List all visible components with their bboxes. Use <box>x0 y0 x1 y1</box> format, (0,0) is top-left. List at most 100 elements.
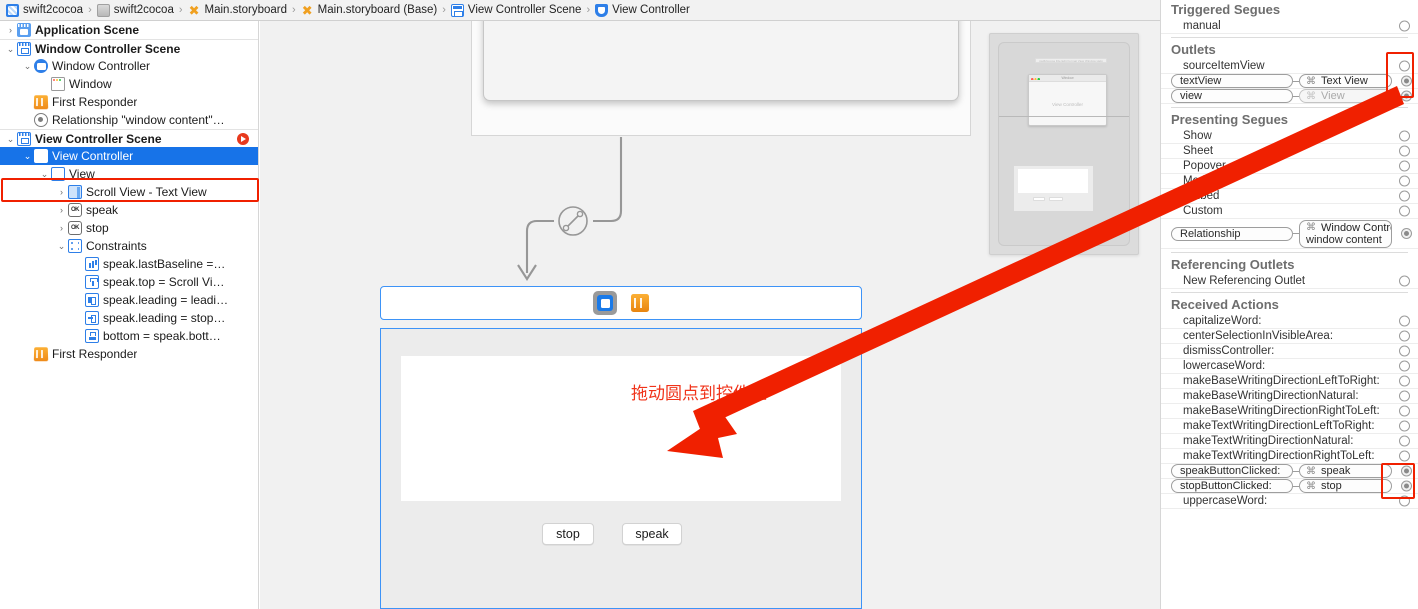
connection-well-icon[interactable] <box>1399 130 1410 142</box>
speak-button[interactable]: speak <box>622 523 682 545</box>
connection-well-icon[interactable] <box>1399 60 1410 72</box>
connection-target-well[interactable]: ⌘ Window Contro…window content <box>1299 219 1392 248</box>
connection-target-well[interactable]: ⌘ View <box>1299 89 1392 103</box>
outline-row-view-controller-scene[interactable]: ⌄ View Controller Scene <box>0 129 258 147</box>
storyboard-canvas[interactable]: 拖动圆点到控件上 stop speak swift2cocoa File Edi… <box>260 21 1160 609</box>
connection-well-icon[interactable] <box>1401 75 1412 87</box>
breadcrumb-item-project[interactable]: swift2cocoa <box>4 3 85 17</box>
outline-row-application-scene[interactable]: › Application Scene <box>0 21 258 39</box>
outline-row-first-responder[interactable]: First Responder <box>0 345 258 363</box>
connection-well-icon[interactable] <box>1399 275 1410 287</box>
outline-row-window-controller[interactable]: ⌄ Window Controller <box>0 57 258 75</box>
outline-row-view[interactable]: ⌄ View <box>0 165 258 183</box>
connection-row[interactable]: view ⌘ View <box>1161 89 1418 104</box>
stop-button[interactable]: stop <box>542 523 594 545</box>
outline-row-bottom-speak-bott[interactable]: bottom = speak.bott… <box>0 327 258 345</box>
connection-row[interactable]: Popover <box>1161 159 1418 174</box>
connection-well-icon[interactable] <box>1399 330 1410 342</box>
disclosure-triangle[interactable]: ⌄ <box>21 57 34 75</box>
first-responder-icon[interactable] <box>631 294 649 312</box>
connection-well-icon[interactable] <box>1399 315 1410 327</box>
connection-row[interactable]: Show <box>1161 129 1418 144</box>
connection-well-icon[interactable] <box>1401 465 1412 477</box>
connection-row[interactable]: speakButtonClicked: ⌘ speak <box>1161 464 1418 479</box>
connection-well-icon[interactable] <box>1399 360 1410 372</box>
connection-source-well[interactable]: speakButtonClicked: <box>1171 464 1293 478</box>
connection-well-icon[interactable] <box>1399 190 1410 202</box>
connection-row[interactable]: uppercaseWord: <box>1161 494 1418 509</box>
connection-row[interactable]: makeTextWritingDirectionRightToLeft: <box>1161 449 1418 464</box>
outline-row-view-controller[interactable]: ⌄ View Controller <box>0 147 258 165</box>
connection-well-icon[interactable] <box>1399 145 1410 157</box>
connection-row[interactable]: sourceItemView <box>1161 59 1418 74</box>
connection-well-icon[interactable] <box>1399 495 1410 507</box>
outline-row-first-responder[interactable]: First Responder <box>0 93 258 111</box>
outline-row-speak-leading-leadi[interactable]: speak.leading = leadi… <box>0 291 258 309</box>
connection-row[interactable]: Modal <box>1161 174 1418 189</box>
connection-row[interactable]: makeTextWritingDirectionNatural: <box>1161 434 1418 449</box>
connection-row[interactable]: Embed <box>1161 189 1418 204</box>
breadcrumb-item-storyboard-base[interactable]: ✖ Main.storyboard (Base) <box>299 4 440 17</box>
connection-well-icon[interactable] <box>1399 175 1410 187</box>
connection-row[interactable]: Relationship ⌘ Window Contro…window conten… <box>1161 219 1418 249</box>
document-outline[interactable]: › Application Scene ⌄ Window Controller Sce… <box>0 21 259 609</box>
connection-well-icon[interactable] <box>1399 420 1410 432</box>
connection-well-icon[interactable] <box>1399 375 1410 387</box>
disclosure-triangle[interactable]: › <box>55 219 68 237</box>
view-controller-icon[interactable] <box>593 291 617 315</box>
connection-well-icon[interactable] <box>1401 480 1412 492</box>
disclosure-triangle[interactable]: › <box>55 183 68 201</box>
breadcrumb-item-scene[interactable]: View Controller Scene <box>449 3 584 17</box>
connections-inspector[interactable]: Triggered Segues manual Outlets sourceItemV… <box>1160 0 1418 609</box>
connection-row[interactable]: stopButtonClicked: ⌘ stop <box>1161 479 1418 494</box>
connection-well-icon[interactable] <box>1399 390 1410 402</box>
breadcrumb-item-storyboard[interactable]: ✖ Main.storyboard <box>186 4 289 17</box>
connection-row[interactable]: Custom <box>1161 204 1418 219</box>
connection-row[interactable]: makeBaseWritingDirectionNatural: <box>1161 389 1418 404</box>
connection-row[interactable]: capitalizeWord: <box>1161 314 1418 329</box>
outline-row-window[interactable]: Window <box>0 75 258 93</box>
disclosure-triangle[interactable]: › <box>4 21 17 39</box>
outline-row-stop[interactable]: › OK stop <box>0 219 258 237</box>
view-controller-view[interactable]: 拖动圆点到控件上 stop speak <box>380 328 862 609</box>
connection-source-well[interactable]: stopButtonClicked: <box>1171 479 1293 493</box>
connection-well-icon[interactable] <box>1399 435 1410 447</box>
connection-row[interactable]: makeTextWritingDirectionLeftToRight: <box>1161 419 1418 434</box>
outline-row-speak-leading-stop[interactable]: speak.leading = stop… <box>0 309 258 327</box>
connection-row[interactable]: lowercaseWord: <box>1161 359 1418 374</box>
connection-target-well[interactable]: ⌘ speak <box>1299 464 1392 478</box>
connection-source-well[interactable]: Relationship <box>1171 226 1293 241</box>
connection-source-well[interactable]: textView <box>1171 74 1293 88</box>
outline-row-constraints[interactable]: ⌄ Constraints <box>0 237 258 255</box>
connection-row[interactable]: textView ⌘ Text View <box>1161 74 1418 89</box>
connection-row[interactable]: dismissController: <box>1161 344 1418 359</box>
connection-well-icon[interactable] <box>1399 345 1410 357</box>
scene-dock[interactable] <box>380 286 862 320</box>
disclosure-triangle[interactable]: ⌄ <box>21 147 34 165</box>
outline-row-relationship-window-content[interactable]: Relationship "window content"… <box>0 111 258 129</box>
initial-controller-arrow-icon[interactable] <box>237 132 249 145</box>
breadcrumb-item-target[interactable]: swift2cocoa <box>95 3 176 17</box>
disclosure-triangle[interactable]: › <box>55 201 68 219</box>
disclosure-triangle[interactable]: ⌄ <box>4 40 17 58</box>
connection-well-icon[interactable] <box>1399 20 1410 32</box>
connection-target-well[interactable]: ⌘ Text View <box>1299 74 1392 88</box>
connection-row[interactable]: centerSelectionInVisibleArea: <box>1161 329 1418 344</box>
outline-row-speak[interactable]: › OK speak <box>0 201 258 219</box>
connection-well-icon[interactable] <box>1399 405 1410 417</box>
connection-well-icon[interactable] <box>1401 228 1412 239</box>
connection-well-icon[interactable] <box>1399 160 1410 172</box>
connection-row[interactable]: makeBaseWritingDirectionLeftToRight: <box>1161 374 1418 389</box>
canvas-minimap[interactable]: swift2cocoa File Edit Format View Window… <box>989 33 1139 255</box>
outline-row-speak-lastbaseline[interactable]: speak.lastBaseline =… <box>0 255 258 273</box>
text-view[interactable] <box>401 356 841 501</box>
breadcrumb-item-view-controller[interactable]: View Controller <box>593 3 692 17</box>
outline-row-speak-top-scroll-vi[interactable]: speak.top = Scroll Vi… <box>0 273 258 291</box>
disclosure-triangle[interactable]: ⌄ <box>4 130 17 148</box>
disclosure-triangle[interactable]: ⌄ <box>38 165 51 183</box>
connection-row[interactable]: Sheet <box>1161 144 1418 159</box>
connection-source-well[interactable]: view <box>1171 89 1293 103</box>
connection-row[interactable]: New Referencing Outlet <box>1161 274 1418 289</box>
outline-row-window-controller-scene[interactable]: ⌄ Window Controller Scene <box>0 39 258 57</box>
disclosure-triangle[interactable]: ⌄ <box>55 237 68 255</box>
